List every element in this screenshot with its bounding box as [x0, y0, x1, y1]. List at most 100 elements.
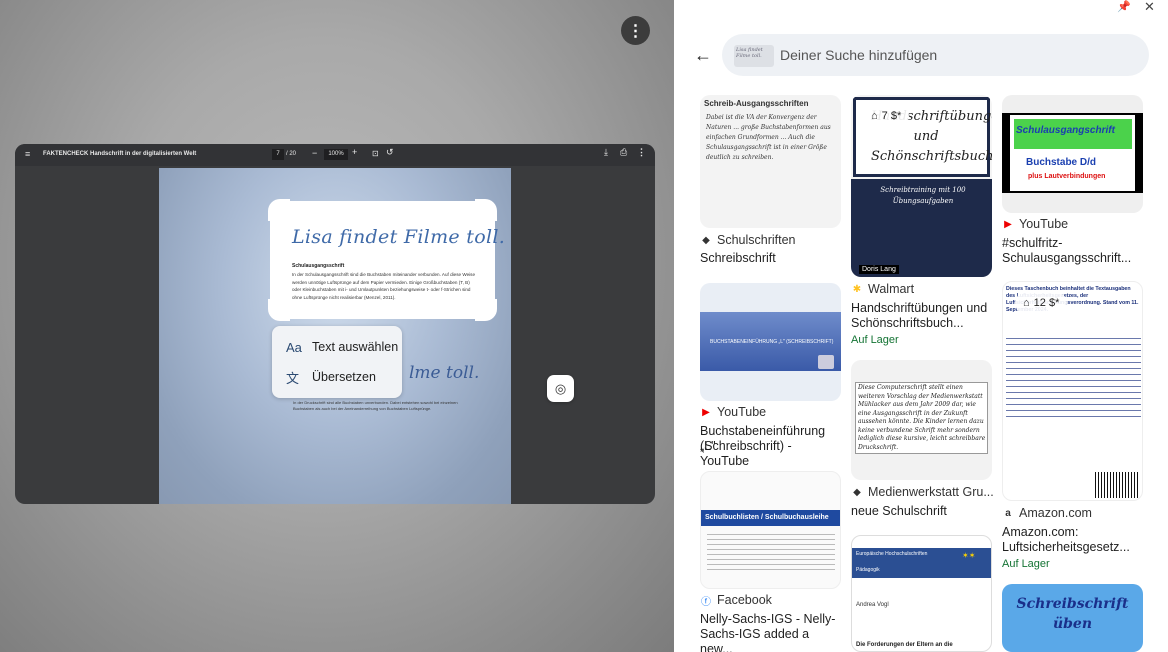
zoom-level[interactable]: 100%: [324, 149, 348, 160]
result-image-subtitle: Schreibtraining mit 100 Übungsaufgaben: [880, 186, 966, 205]
result-source-label: Facebook: [717, 593, 772, 607]
translate-icon: 文: [286, 370, 300, 386]
stock-status: Auf Lager: [1002, 558, 1050, 570]
result-image-author: Andrea Vogl: [856, 602, 889, 608]
rotate-icon[interactable]: ↺: [386, 148, 394, 157]
result-card-schulschriften[interactable]: Schreib-Ausgangsschriften Dabei ist die …: [700, 95, 841, 267]
walmart-icon: ✱: [852, 283, 862, 295]
pdf-title: FAKTENCHECK Handschrift in der digitalis…: [43, 151, 197, 157]
result-image[interactable]: Handschriftübungen und Schönschriftsbuch…: [851, 95, 992, 277]
print-icon[interactable]: ⎙: [620, 148, 627, 157]
result-title-line1: Handschriftübungen und: [851, 301, 988, 315]
result-source-label: Medienwerkstatt Gru...: [868, 485, 994, 499]
lens-selection-region[interactable]: [270, 201, 495, 319]
lens-context-menu: Aa Text auswählen 文 Übersetzen: [272, 326, 402, 398]
result-card-medienwerkstatt[interactable]: Diese Computerschrift stellt einen weite…: [851, 360, 994, 522]
search-input[interactable]: [780, 44, 1130, 66]
price-label: 7 $*: [881, 110, 902, 122]
search-thumbnail[interactable]: Lisa findet Filme toll.: [734, 45, 774, 67]
selection-handle-top-left[interactable]: [268, 199, 290, 221]
result-source-label: Walmart: [868, 282, 915, 296]
pin-icon[interactable]: 📌: [1117, 0, 1131, 13]
translate-menu-item[interactable]: 文 Übersetzen: [272, 362, 402, 392]
screen-capture-area: ⋮ ≡ FAKTENCHECK Handschrift in der digit…: [0, 0, 674, 652]
result-image[interactable]: Europäische Hochschulschriften Pädagogik…: [851, 535, 992, 652]
result-source-label: Schulschriften: [717, 233, 796, 247]
pdf-toolbar: ≡ FAKTENCHECK Handschrift in der digital…: [15, 144, 655, 166]
pdf-more-icon[interactable]: ⋮: [637, 148, 646, 157]
result-source: ▶ YouTube: [700, 405, 766, 419]
result-image[interactable]: Diese Computerschrift stellt einen weite…: [851, 360, 992, 480]
result-title-line1: Amazon.com:: [1002, 525, 1079, 539]
result-image-line1: Buchstabe D/d: [1026, 157, 1097, 168]
result-source-label: Amazon.com: [1019, 506, 1092, 520]
select-text-menu-item[interactable]: Aa Text auswählen: [272, 332, 402, 362]
result-image[interactable]: Schulbuchlisten / Schulbuchausleihe: [700, 471, 841, 589]
price-tag: ⌂ 7 $*: [863, 105, 910, 127]
search-bar: Lisa findet Filme toll.: [722, 34, 1149, 76]
result-title: neue Schulschrift: [851, 504, 947, 518]
result-image[interactable]: Schreib-Ausgangsschriften Dabei ist die …: [700, 95, 841, 228]
result-source: ✱ Walmart: [851, 282, 914, 296]
result-image-text: BUCHSTABENEINFÜHRUNG „L" (SCHREIBSCHRIFT…: [710, 339, 834, 345]
menu-icon[interactable]: ≡: [25, 150, 30, 159]
result-card-schreibschrift-ueben[interactable]: Schreibschrift üben: [1002, 584, 1143, 652]
result-card-schulfritz[interactable]: Schulausgangschrift Buchstabe D/d plus L…: [1002, 95, 1143, 267]
result-title: Schreibschrift: [700, 251, 776, 265]
tag-icon: ⌂: [871, 110, 878, 122]
selected-heading: Schulausgangsschrift: [292, 263, 345, 269]
result-card-facebook[interactable]: Schulbuchlisten / Schulbuchausleihe ⓕ Fa…: [700, 471, 841, 652]
result-card-amazon[interactable]: Dieses Taschenbuch beinhaltet die Textau…: [1002, 281, 1143, 573]
download-icon[interactable]: ⤓: [604, 148, 608, 157]
result-image[interactable]: Schreibschrift üben: [1002, 584, 1143, 652]
result-image-heading: Schreib-Ausgangsschriften: [704, 99, 809, 108]
result-title-line2: Sachs-IGS added a new...: [700, 627, 810, 652]
result-image-text: Diese Computerschrift stellt einen weite…: [858, 384, 986, 451]
result-image-main: Schulausgangschrift: [1016, 125, 1115, 136]
result-title-line1: #schulfritz-: [1002, 236, 1063, 250]
result-source: ▶ YouTube: [1002, 217, 1068, 231]
result-card-hochschulschriften[interactable]: Europäische Hochschulschriften Pädagogik…: [851, 535, 992, 652]
selected-handwriting: Lisa findet Filme toll.: [292, 226, 506, 248]
pdf-lower-paragraph: In der Druckschrift sind alle Buchstaben…: [293, 400, 458, 411]
source-logo-icon: ◆: [702, 234, 710, 246]
pdf-handwriting-lower: lme toll.: [409, 363, 480, 383]
stock-status: Auf Lager: [851, 334, 899, 346]
result-image-bottom: Die Forderungen der Eltern an die: [856, 642, 953, 648]
result-card-youtube-l[interactable]: BUCHSTABENEINFÜHRUNG „L" (SCHREIBSCHRIFT…: [700, 283, 841, 468]
selection-handle-top-right[interactable]: [475, 199, 497, 221]
pdf-viewer: ≡ FAKTENCHECK Handschrift in der digital…: [15, 144, 655, 504]
result-source: ⓕ Facebook: [700, 593, 772, 608]
result-title-line2: Luftsicherheitsgesetz...: [1002, 540, 1130, 554]
select-text-label: Text auswählen: [312, 340, 399, 354]
result-image-text: Dabei ist die VA der Konvergenz der Natu…: [706, 114, 831, 161]
price-tag: ⌂ 12 $*: [1015, 292, 1068, 314]
selection-handle-bottom-left[interactable]: [268, 299, 290, 321]
fit-page-icon[interactable]: ⊡: [372, 149, 379, 158]
close-icon[interactable]: ✕: [1144, 0, 1155, 15]
text-select-icon: Aa: [286, 339, 302, 355]
page-number-input[interactable]: 7: [272, 149, 284, 160]
translate-label: Übersetzen: [312, 370, 376, 384]
result-source: ◆ Medienwerkstatt Gru...: [851, 485, 994, 499]
facebook-icon: ⓕ: [701, 596, 711, 608]
result-source: a Amazon.com: [1002, 506, 1092, 520]
result-title-line2: (Schreibschrift) - YouTube: [700, 439, 792, 468]
result-image[interactable]: BUCHSTABENEINFÜHRUNG „L" (SCHREIBSCHRIFT…: [700, 283, 841, 401]
youtube-icon: ▶: [1004, 218, 1012, 230]
more-options-icon[interactable]: ⋮: [621, 16, 650, 45]
result-card-walmart[interactable]: Handschriftübungen und Schönschriftsbuch…: [851, 95, 992, 350]
lens-search-icon[interactable]: ◎: [547, 375, 574, 402]
lens-results-panel: 📌 ✕ ← Lisa findet Filme toll. Schreib-Au…: [674, 0, 1168, 652]
zoom-in-icon[interactable]: +: [352, 148, 357, 157]
zoom-out-icon[interactable]: −: [312, 149, 317, 158]
eu-stars-icon: ✶✶: [962, 551, 976, 560]
amazon-icon: a: [1005, 507, 1011, 519]
result-image[interactable]: Dieses Taschenbuch beinhaltet die Textau…: [1002, 281, 1143, 501]
result-image[interactable]: Schulausgangschrift Buchstabe D/d plus L…: [1002, 95, 1143, 213]
result-source-label: YouTube: [717, 405, 767, 419]
youtube-icon: ▶: [702, 406, 710, 418]
selected-paragraph: In der Schulausgangsschrift sind die Buc…: [292, 272, 476, 300]
page-total: / 20: [286, 151, 297, 157]
back-arrow-icon[interactable]: ←: [694, 45, 712, 66]
